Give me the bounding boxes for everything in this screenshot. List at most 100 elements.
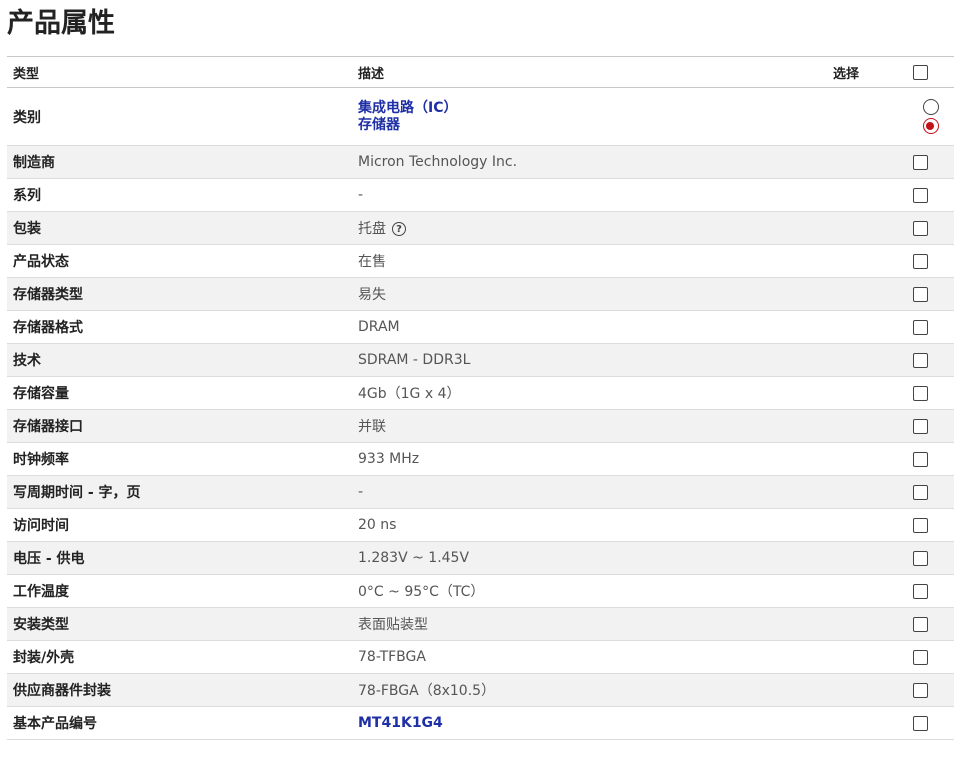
attr-desc: 20 ns — [358, 517, 397, 533]
select-cell — [907, 673, 954, 707]
row-select-checkbox[interactable] — [913, 649, 928, 665]
row-select-checkbox[interactable] — [913, 715, 928, 731]
attr-desc-cell: SDRAM - DDR3L — [352, 343, 827, 377]
attr-desc-cell: 0°C ~ 95°C（TC） — [352, 574, 827, 608]
attr-desc-cell: DRAM — [352, 310, 827, 344]
attr-type: 存储器格式 — [7, 310, 352, 344]
header-select: 选择 — [827, 56, 907, 88]
spacer-cell — [827, 508, 907, 542]
product-attributes-table: 类型 描述 选择 类别 集成电路（IC） 存储器 制造商 Micron Techn… — [7, 56, 954, 740]
attr-desc: 在售 — [358, 254, 386, 270]
row-select-checkbox[interactable] — [913, 451, 928, 467]
attr-desc: DRAM — [358, 319, 400, 335]
attr-desc: 表面贴装型 — [358, 617, 428, 633]
spacer-cell — [827, 706, 907, 740]
spacer-cell — [827, 310, 907, 344]
attr-desc: 集成电路（IC） 存储器 — [352, 87, 827, 146]
page-title: 产品属性 — [7, 8, 115, 39]
table-row: 存储器类型 易失 — [7, 277, 954, 311]
row-select-checkbox[interactable] — [913, 286, 928, 302]
header-desc: 描述 — [352, 56, 827, 88]
table-row: 产品状态 在售 — [7, 244, 954, 278]
select-cell — [907, 211, 954, 245]
help-icon[interactable]: ? — [392, 222, 406, 236]
category-link-memory[interactable]: 存储器 — [358, 117, 821, 134]
row-select-checkbox[interactable] — [913, 616, 928, 632]
select-cell — [907, 442, 954, 476]
attr-desc-cell: - — [352, 475, 827, 509]
base-product-link[interactable]: MT41K1G4 — [358, 715, 821, 732]
attr-desc: SDRAM - DDR3L — [358, 352, 471, 368]
attr-type: 写周期时间 - 字，页 — [7, 475, 352, 509]
category-radio-ic[interactable] — [922, 99, 939, 115]
spacer-cell — [827, 178, 907, 212]
attr-desc: 并联 — [358, 419, 386, 435]
spacer-cell — [827, 640, 907, 674]
select-cell — [907, 640, 954, 674]
attr-type: 产品状态 — [7, 244, 352, 278]
select-cell — [907, 508, 954, 542]
row-select-checkbox[interactable] — [913, 583, 928, 599]
table-row: 工作温度 0°C ~ 95°C（TC） — [7, 574, 954, 608]
row-select-checkbox[interactable] — [913, 154, 928, 170]
spacer-cell — [827, 475, 907, 509]
spacer-cell — [827, 673, 907, 707]
category-link-ic[interactable]: 集成电路（IC） — [358, 100, 821, 117]
spacer-cell — [827, 409, 907, 443]
attr-type: 基本产品编号 — [7, 706, 352, 740]
attr-desc: 0°C ~ 95°C（TC） — [358, 584, 485, 600]
select-cell — [907, 541, 954, 575]
attr-desc: 托盘 — [358, 221, 386, 237]
row-select-checkbox[interactable] — [913, 517, 928, 533]
row-select-checkbox[interactable] — [913, 220, 928, 236]
select-all-cell — [907, 56, 954, 88]
select-all-checkbox[interactable] — [913, 64, 928, 80]
row-select-checkbox[interactable] — [913, 550, 928, 566]
attr-type: 供应商器件封装 — [7, 673, 352, 707]
row-select-checkbox[interactable] — [913, 385, 928, 401]
select-cell — [907, 574, 954, 608]
table-row: 存储器接口 并联 — [7, 409, 954, 443]
spacer-cell — [827, 442, 907, 476]
attr-type: 类别 — [7, 87, 352, 146]
table-row: 制造商 Micron Technology Inc. — [7, 145, 954, 179]
attr-desc-cell: 并联 — [352, 409, 827, 443]
row-select-checkbox[interactable] — [913, 319, 928, 335]
spacer-cell — [827, 607, 907, 641]
table-row-category: 类别 集成电路（IC） 存储器 — [7, 87, 954, 146]
spacer-cell — [827, 211, 907, 245]
attr-desc: - — [358, 187, 364, 203]
table-row: 包装 托盘? — [7, 211, 954, 245]
attr-desc: 78-TFBGA — [358, 649, 426, 665]
attr-type: 存储器接口 — [7, 409, 352, 443]
row-select-checkbox[interactable] — [913, 187, 928, 203]
row-select-checkbox[interactable] — [913, 682, 928, 698]
row-select-checkbox[interactable] — [913, 253, 928, 269]
table-row: 系列 - — [7, 178, 954, 212]
select-cell — [907, 376, 954, 410]
table-header-row: 类型 描述 选择 — [7, 56, 954, 88]
row-select-checkbox[interactable] — [913, 484, 928, 500]
row-select-checkbox[interactable] — [913, 352, 928, 368]
attr-type: 访问时间 — [7, 508, 352, 542]
attr-desc-cell: 1.283V ~ 1.45V — [352, 541, 827, 575]
select-cell — [907, 244, 954, 278]
attr-desc: 易失 — [358, 287, 386, 303]
spacer-cell — [827, 87, 907, 146]
attr-desc-cell: 4Gb（1G x 4） — [352, 376, 827, 410]
attr-desc: 78-FBGA（8x10.5） — [358, 683, 496, 699]
spacer-cell — [827, 277, 907, 311]
select-cell — [907, 87, 954, 146]
table-row: 安装类型 表面贴装型 — [7, 607, 954, 641]
table-row: 写周期时间 - 字，页 - — [7, 475, 954, 509]
attr-type: 安装类型 — [7, 607, 352, 641]
attr-desc-cell: 在售 — [352, 244, 827, 278]
spacer-cell — [827, 376, 907, 410]
select-cell — [907, 706, 954, 740]
category-radio-memory[interactable] — [922, 118, 939, 134]
select-cell — [907, 310, 954, 344]
attr-desc-cell: 78-TFBGA — [352, 640, 827, 674]
table-row: 存储器格式 DRAM — [7, 310, 954, 344]
spacer-cell — [827, 574, 907, 608]
row-select-checkbox[interactable] — [913, 418, 928, 434]
